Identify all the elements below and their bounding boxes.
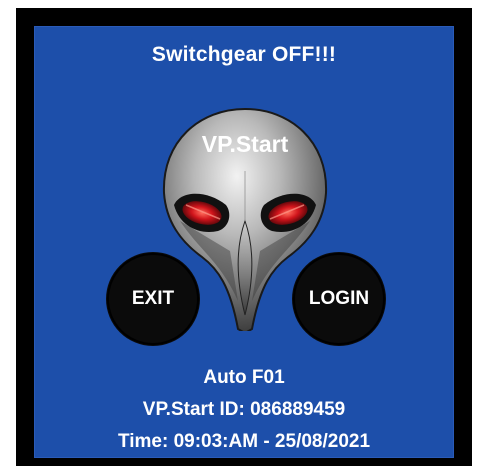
logo-text: VP.Start [201,131,289,157]
status-title: Switchgear OFF!!! [151,43,337,66]
timestamp-text: Time: 09:03:AM - 25/08/2021 [117,431,371,452]
exit-button-label: EXIT [131,288,175,309]
login-button-label: LOGIN [308,288,370,309]
device-frame: Switchgear OFF!!! VP.Start EXIT LOGIN Au… [16,8,472,466]
mode-text: Auto F01 [203,367,285,388]
login-button[interactable]: LOGIN [293,253,385,345]
exit-button[interactable]: EXIT [107,253,199,345]
main-screen: Switchgear OFF!!! VP.Start EXIT LOGIN Au… [34,26,454,458]
device-id-text: VP.Start ID: 086889459 [142,399,346,420]
